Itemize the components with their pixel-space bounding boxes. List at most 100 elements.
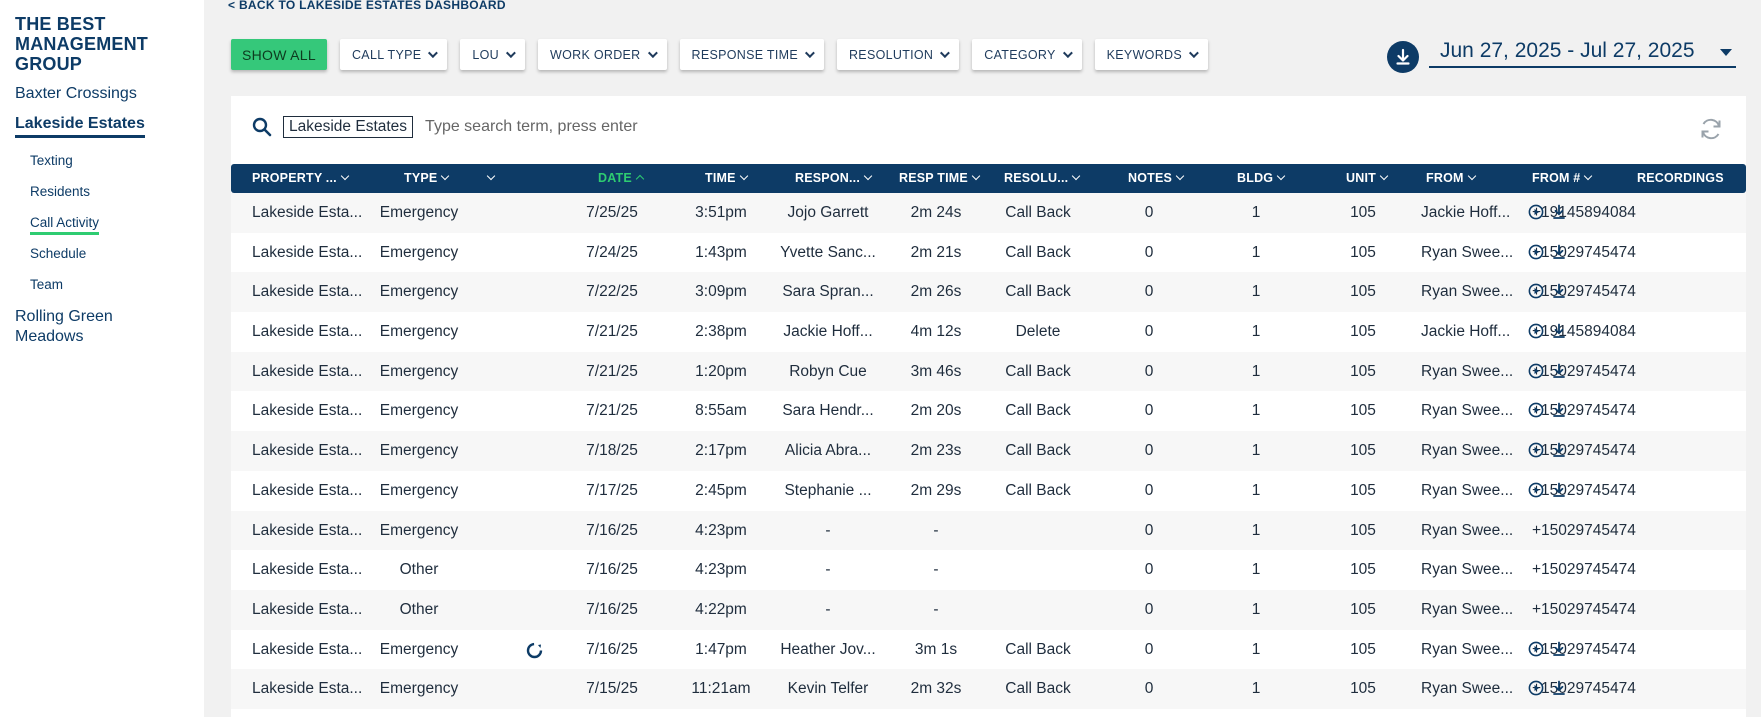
col-notes[interactable]: NOTES <box>1128 164 1185 193</box>
subnav-schedule[interactable]: Schedule <box>30 245 204 276</box>
cell-from: Ryan Swee... <box>1421 521 1514 539</box>
play-icon[interactable] <box>1528 204 1544 220</box>
cell-from-number: +15029745474 <box>1532 521 1636 539</box>
table-row[interactable]: Lakeside Esta... Emergency 7/25/25 3:51pm Jo… <box>231 193 1746 233</box>
refresh-icon[interactable] <box>1698 116 1724 142</box>
nav-property-rolling-green-meadows[interactable]: Rolling Green Meadows <box>15 307 135 347</box>
col-resp-time[interactable]: RESP TIME <box>899 164 981 193</box>
download-recording-icon[interactable] <box>1552 204 1566 220</box>
table-row[interactable]: Lakeside Esta... Other 7/16/25 4:23pm - - 0 1 10… <box>231 550 1746 590</box>
cell-property: Lakeside Esta... <box>252 521 363 539</box>
table-row[interactable]: Lakeside Esta... Emergency 7/17/25 2:45pm St… <box>231 470 1746 511</box>
date-range-picker[interactable]: Jun 27, 2025 - Jul 27, 2025 <box>1429 34 1736 68</box>
table-row[interactable]: Lakeside Esta... Emergency 7/21/25 8:55am Sa… <box>231 391 1746 432</box>
table-row[interactable]: Lakeside Esta... Emergency 7/24/25 1:43pm Yv… <box>231 232 1746 273</box>
cell-bldg: 1 <box>1251 323 1261 341</box>
cell-notes: 0 <box>1144 243 1154 261</box>
cell-time: 1:20pm <box>695 362 747 380</box>
col-responder[interactable]: RESPON... <box>795 164 873 193</box>
col-time[interactable]: TIME <box>705 164 748 193</box>
filter-resolution[interactable]: RESOLUTION <box>836 39 960 70</box>
cell-resp-time: 3m 46s <box>910 362 962 380</box>
play-icon[interactable] <box>1528 482 1544 498</box>
play-icon[interactable] <box>1528 363 1544 379</box>
table-row[interactable]: Lakeside Esta... Emergency 7/18/25 2:17pm Al… <box>231 431 1746 471</box>
col-unit[interactable]: UNIT <box>1346 164 1389 193</box>
back-to-dashboard-link[interactable]: < BACK TO LAKESIDE ESTATES DASHBOARD <box>228 0 506 12</box>
col-type[interactable]: TYPE <box>404 164 450 193</box>
col-date[interactable]: DATE <box>598 164 645 193</box>
col-from-number[interactable]: FROM # <box>1532 164 1593 193</box>
col-bldg[interactable]: BLDG <box>1237 164 1286 193</box>
cell-resp-time: 2m 29s <box>910 481 962 499</box>
cell-bldg: 1 <box>1251 521 1261 539</box>
table-row[interactable]: Lakeside Esta... Emergency 7/16/25 4:23pm - -… <box>231 510 1746 551</box>
download-recording-icon[interactable] <box>1552 363 1566 379</box>
subnav-call-activity[interactable]: Call Activity <box>30 214 204 245</box>
chevron-down-icon <box>863 171 873 181</box>
download-recording-icon[interactable] <box>1552 323 1566 339</box>
table-row[interactable]: Lakeside Esta... Emergency 7/16/25 1:47pm He… <box>231 629 1746 670</box>
cell-responder: - <box>825 561 831 579</box>
filter-keywords[interactable]: KEYWORDS <box>1094 39 1208 70</box>
play-icon[interactable] <box>1528 680 1544 696</box>
subnav-texting[interactable]: Texting <box>30 152 204 183</box>
subnav-residents[interactable]: Residents <box>30 183 204 214</box>
cell-from: Ryan Swee... <box>1421 640 1514 658</box>
filter-response-time[interactable]: RESPONSE TIME <box>679 39 824 70</box>
cell-from: Ryan Swee... <box>1421 680 1514 698</box>
download-recording-icon[interactable] <box>1552 402 1566 418</box>
cell-notes: 0 <box>1144 442 1154 460</box>
search-chip[interactable]: Lakeside Estates <box>283 116 414 138</box>
filter-work-order[interactable]: WORK ORDER <box>538 39 667 70</box>
cell-type: Emergency <box>379 680 459 698</box>
col-sync[interactable] <box>483 164 496 193</box>
cell-time: 4:23pm <box>695 521 747 539</box>
play-icon[interactable] <box>1528 283 1544 299</box>
download-recording-icon[interactable] <box>1552 482 1566 498</box>
show-all-button[interactable]: SHOW ALL <box>231 39 327 70</box>
filter-call-type[interactable]: CALL TYPE <box>339 39 448 70</box>
download-recording-icon[interactable] <box>1552 641 1566 657</box>
filter-lou[interactable]: LOU <box>460 39 525 70</box>
sync-icon[interactable] <box>526 642 543 664</box>
cell-from: Ryan Swee... <box>1421 481 1514 499</box>
download-button[interactable] <box>1387 41 1419 73</box>
table-row[interactable]: Lakeside Esta... Emergency 7/22/25 3:09pm Sa… <box>231 272 1746 313</box>
cell-from-number: +15029745474 <box>1532 600 1636 618</box>
col-from[interactable]: FROM <box>1426 164 1476 193</box>
cell-unit: 105 <box>1350 521 1376 539</box>
subnav-team[interactable]: Team <box>30 276 204 307</box>
search-input[interactable] <box>425 118 826 136</box>
col-property[interactable]: PROPERTY ... <box>252 164 350 193</box>
download-recording-icon[interactable] <box>1552 244 1566 260</box>
cell-bldg: 1 <box>1251 402 1261 420</box>
cell-date: 7/17/25 <box>586 481 638 499</box>
cell-type: Emergency <box>379 521 459 539</box>
col-resolution[interactable]: RESOLU... <box>1004 164 1081 193</box>
cell-resolution: Call Back <box>1005 481 1071 499</box>
download-recording-icon[interactable] <box>1552 283 1566 299</box>
play-icon[interactable] <box>1528 323 1544 339</box>
nav-property-lakeside-estates[interactable]: Lakeside Estates <box>15 114 145 138</box>
cell-unit: 105 <box>1350 600 1376 618</box>
download-recording-icon[interactable] <box>1552 442 1566 458</box>
table-row[interactable]: Lakeside Esta... Emergency 7/21/25 2:38pm Ja… <box>231 312 1746 352</box>
play-icon[interactable] <box>1528 442 1544 458</box>
table-row[interactable]: Lakeside Esta... Emergency 7/21/25 1:20pm Ro… <box>231 351 1746 392</box>
filter-category[interactable]: CATEGORY <box>972 39 1082 70</box>
play-icon[interactable] <box>1528 402 1544 418</box>
col-time-label: TIME <box>705 171 736 185</box>
play-icon[interactable] <box>1528 244 1544 260</box>
nav-property-baxter-crossings[interactable]: Baxter Crossings <box>15 84 204 104</box>
cell-notes: 0 <box>1144 600 1154 618</box>
cell-resp-time: 2m 24s <box>910 204 962 221</box>
filter-resolution-label: RESOLUTION <box>848 47 934 62</box>
table-row[interactable]: Lakeside Esta... Other 7/16/25 4:22pm - - 0 1 10… <box>231 589 1746 630</box>
play-icon[interactable] <box>1528 641 1544 657</box>
cell-time: 2:38pm <box>695 323 747 341</box>
table-row[interactable]: Lakeside Esta... Emergency 7/15/25 11:21am K… <box>231 669 1746 709</box>
download-recording-icon[interactable] <box>1552 680 1566 696</box>
recording-actions <box>1528 244 1566 260</box>
cell-notes: 0 <box>1144 402 1154 420</box>
